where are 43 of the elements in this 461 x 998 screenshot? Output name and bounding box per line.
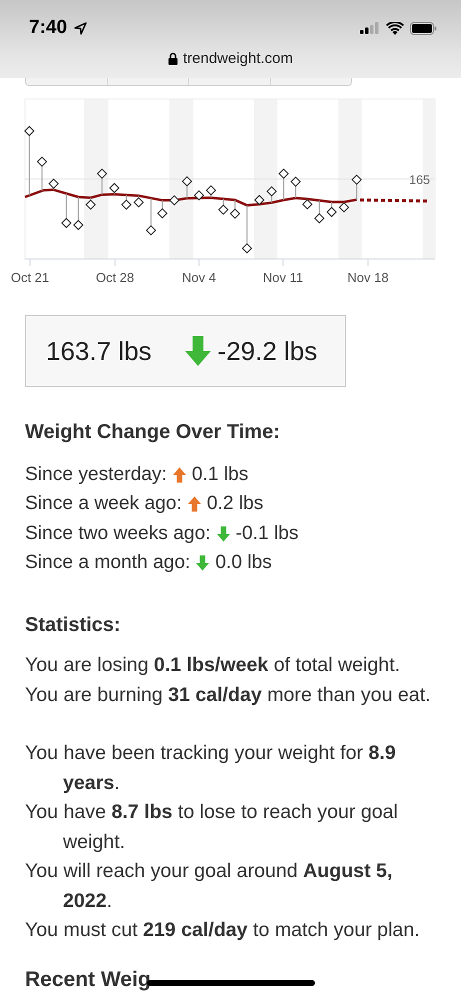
change-value: 0.1 lbs <box>192 464 248 486</box>
signal-icon <box>360 22 380 34</box>
weight-reading-marker <box>24 126 35 196</box>
weight-reading-marker <box>109 182 120 195</box>
address-bar[interactable]: trendweight.com <box>0 50 461 67</box>
weight-reading-marker <box>133 195 144 208</box>
axis-tick-label: 165 <box>409 173 430 187</box>
change-value: 0.0 lbs <box>215 552 272 574</box>
axis-tick-label: Oct 21 <box>10 270 50 285</box>
statistic-sentence: You will reach your goal around August 5, 2022. <box>25 859 394 914</box>
lock-icon <box>168 52 178 65</box>
axis-tick-label: Oct 28 <box>96 270 134 285</box>
projection-line <box>360 198 428 202</box>
change-label: Since two weeks ago: <box>25 522 211 545</box>
axis-tick-label: Nov 18 <box>347 270 389 285</box>
statistic-sentence: You have 8.7 lbs to lose to reach your goal weight. <box>25 800 399 854</box>
weight-reading-marker <box>218 198 229 215</box>
weight-reading-marker <box>61 192 72 228</box>
location-arrow-icon <box>74 22 88 34</box>
total-change: -29.2 lbs <box>218 336 318 366</box>
statistic-sentence: You must cut 219 cal/day to match your plan. <box>25 918 421 943</box>
status-time: 7:40 <box>29 17 68 39</box>
axis-tick-label: Nov 11 <box>262 270 304 285</box>
battery-icon <box>410 22 437 34</box>
weight-reading-marker <box>121 194 132 210</box>
weight-reading-marker <box>338 202 350 213</box>
change-value: -0.1 lbs <box>236 522 299 545</box>
section-heading: Recent Weig <box>25 968 151 992</box>
change-label: Since a week ago: <box>25 493 182 516</box>
current-weight: 163.7 lbs <box>46 336 152 366</box>
statistic-sentence: You are burning 31 cal/day more than you eat. <box>25 682 432 708</box>
change-value: 0.2 lbs <box>206 493 264 516</box>
weight-reading-marker <box>96 168 108 196</box>
wifi-icon <box>386 22 404 34</box>
statistic-sentence: You are losing 0.1 lbs/week of total weight. <box>25 653 402 678</box>
section-heading: Weight Change Over Time: <box>25 421 281 444</box>
change-label: Since a month ago: <box>25 552 190 574</box>
weight-reading-marker <box>206 185 216 198</box>
change-label: Since yesterday: <box>25 464 167 486</box>
statistic-sentence: You have been tracking your weight for 8.9 years. <box>25 741 397 796</box>
weight-reading-marker <box>351 174 362 200</box>
axis-tick-label: Nov 4 <box>182 270 216 285</box>
section-heading: Statistics: <box>25 614 122 637</box>
